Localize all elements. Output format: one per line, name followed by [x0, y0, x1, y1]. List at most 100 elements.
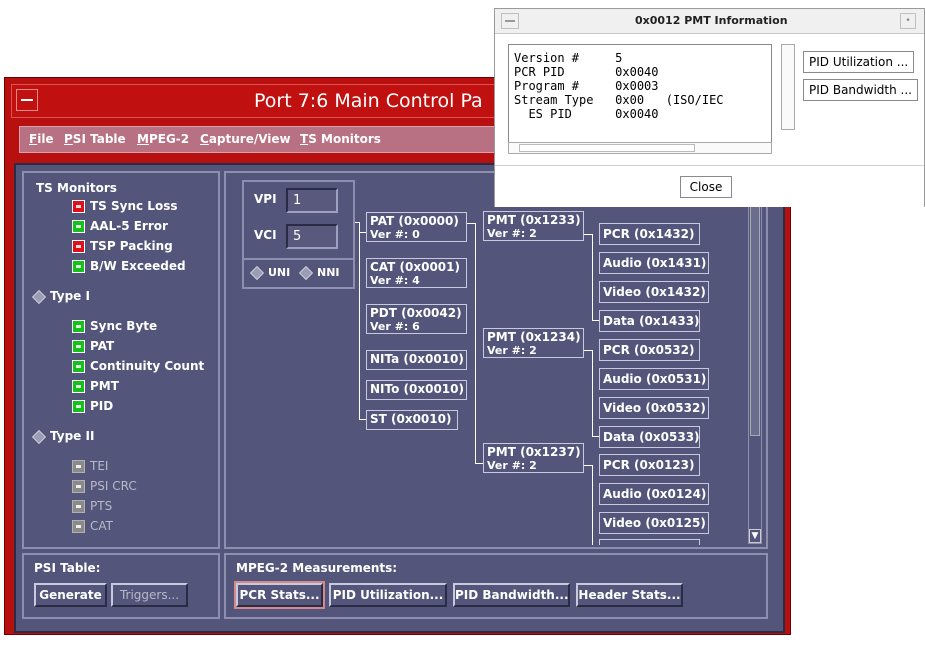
menu-psi-table[interactable]: PSI Table [64, 132, 126, 146]
led-icon [72, 220, 85, 233]
tree-node-nita[interactable]: NITa (0x0010) [366, 350, 467, 370]
tree-connector [592, 320, 599, 321]
tree-connector [584, 234, 592, 235]
tree-node-pat[interactable]: PAT (0x0000) Ver #: 0 [366, 212, 467, 242]
pcr-stats-button[interactable]: PCR Stats... [234, 581, 325, 609]
psi-tree-panel: VPI 1 VCI 5 UNI NNI PAT (0x0000) Ver #: 0… [224, 171, 768, 549]
generate-button[interactable]: Generate [34, 583, 107, 607]
tree-node-video-0532[interactable]: Video (0x0532) [599, 397, 709, 419]
node-version: Ver #: 2 [487, 227, 537, 240]
tree-node-data-0533[interactable]: Data (0x0533) [599, 426, 700, 448]
tree-node-nito[interactable]: NITo (0x0010) [366, 380, 467, 400]
scrollbar-thumb[interactable] [750, 181, 760, 436]
tree-node-pcr-0123[interactable]: PCR (0x0123) [599, 454, 700, 476]
node-name: CAT (0x0001) [370, 260, 460, 274]
menu-capture-view[interactable]: Capture/View [200, 132, 291, 146]
node-name: PMT (0x1237) [487, 445, 581, 459]
popup-pid-utilization-button[interactable]: PID Utilization ... [803, 51, 915, 73]
led-icon [72, 360, 85, 373]
tree-node-pcr-1432[interactable]: PCR (0x1432) [599, 223, 700, 245]
node-name: PMT (0x1233) [487, 213, 581, 227]
tree-node-pdt[interactable]: PDT (0x0042) Ver #: 6 [366, 304, 467, 334]
node-name: Video (0x0532) [603, 401, 706, 415]
tree-node-st[interactable]: ST (0x0010) [366, 410, 458, 430]
popup-title-bar[interactable]: 0x0012 PMT Information • [495, 9, 924, 34]
node-name: Video (0x1432) [603, 285, 706, 299]
tree-node-audio-0531[interactable]: Audio (0x0531) [599, 368, 709, 390]
tree-node-partial [599, 539, 700, 545]
radio-diamond-icon [298, 265, 314, 281]
indicator-label: Continuity Count [90, 359, 205, 373]
window-title: Port 7:6 Main Control Pa [254, 90, 483, 112]
vpi-input[interactable]: 1 [286, 188, 338, 213]
node-name: NITa (0x0010) [370, 352, 464, 366]
tree-connector [592, 234, 593, 320]
popup-pid-bandwidth-button[interactable]: PID Bandwidth ... [803, 79, 918, 101]
node-name: Audio (0x1431) [603, 256, 707, 270]
scrollbar-thumb[interactable] [519, 144, 695, 152]
pid-bandwidth-button[interactable]: PID Bandwidth... [453, 583, 570, 607]
node-version: Ver #: 6 [370, 320, 420, 333]
menu-file[interactable]: File [29, 132, 54, 146]
led-icon [72, 200, 85, 213]
node-name: Video (0x0125) [603, 516, 706, 530]
vci-label: VCI [254, 228, 277, 242]
tree-connector [475, 223, 476, 463]
popup-title: 0x0012 PMT Information [635, 14, 788, 27]
node-version: Ver #: 2 [487, 459, 537, 472]
tree-node-pmt-1237[interactable]: PMT (0x1237) Ver #: 2 [483, 443, 584, 473]
pmt-info-text[interactable]: Version # 5 PCR PID 0x0040 Program # 0x0… [508, 44, 772, 144]
tree-node-video-1432[interactable]: Video (0x1432) [599, 281, 709, 303]
popup-window-menu-button[interactable] [501, 13, 519, 29]
type2-label: Type II [50, 429, 95, 443]
tree-vertical-scrollbar[interactable]: ▼ [748, 180, 762, 544]
node-name: NITo (0x0010) [370, 382, 464, 396]
node-version: Ver #: 2 [487, 344, 537, 357]
type2-radio[interactable]: Type II [31, 429, 95, 444]
indicator-label: PMT [90, 379, 119, 393]
tree-node-video-0125[interactable]: Video (0x0125) [599, 512, 709, 534]
uni-radio[interactable]: UNI [249, 265, 291, 281]
indicator-label: TEI [90, 459, 109, 473]
window-menu-button[interactable] [16, 89, 38, 111]
vci-input[interactable]: 5 [286, 224, 338, 249]
close-button[interactable]: Close [680, 176, 732, 198]
indicator-label: PSI CRC [90, 479, 137, 493]
tree-node-cat[interactable]: CAT (0x0001) Ver #: 4 [366, 258, 467, 288]
node-name: Audio (0x0531) [603, 372, 707, 386]
led-icon [72, 460, 85, 473]
tree-connector [592, 465, 593, 545]
info-line-program: Program # 0x0003 [514, 79, 659, 93]
indicator-label: B/W Exceeded [90, 259, 186, 273]
tree-connector [584, 350, 592, 351]
tree-connector [592, 350, 593, 436]
psi-table-title: PSI Table: [34, 561, 101, 575]
tree-connector [592, 436, 599, 437]
node-name: PDT (0x0042) [370, 306, 462, 320]
header-stats-button[interactable]: Header Stats... [576, 583, 683, 607]
scroll-down-arrow-icon[interactable]: ▼ [749, 529, 761, 543]
menu-mpeg2[interactable]: MPEG-2 [137, 132, 189, 146]
info-horizontal-scrollbar[interactable] [508, 142, 772, 154]
pid-utilization-button[interactable]: PID Utilization... [329, 583, 447, 607]
mpeg2-title: MPEG-2 Measurements: [236, 561, 398, 575]
menu-ts-monitors[interactable]: TS Monitors [300, 132, 381, 146]
minimize-icon[interactable]: • [900, 13, 916, 29]
uni-label: UNI [268, 266, 291, 279]
led-icon [72, 500, 85, 513]
pmt-information-window: 0x0012 PMT Information • Version # 5 PCR… [494, 8, 925, 207]
tree-node-audio-1431[interactable]: Audio (0x1431) [599, 252, 709, 274]
tree-node-audio-0124[interactable]: Audio (0x0124) [599, 483, 709, 505]
tree-node-pmt-1234[interactable]: PMT (0x1234) Ver #: 2 [483, 328, 584, 358]
info-vertical-scrollbar[interactable] [781, 44, 795, 130]
tree-node-data-1433[interactable]: Data (0x1433) [599, 310, 700, 332]
triggers-button[interactable]: Triggers... [111, 583, 188, 607]
tree-node-pcr-0532[interactable]: PCR (0x0532) [599, 339, 700, 361]
type1-radio[interactable]: Type I [31, 289, 90, 304]
node-name: PCR (0x0123) [603, 458, 695, 472]
tree-node-pmt-1233[interactable]: PMT (0x1233) Ver #: 2 [483, 211, 584, 241]
radio-diamond-icon [31, 289, 47, 304]
nni-radio[interactable]: NNI [298, 265, 340, 281]
radio-diamond-icon [31, 429, 47, 444]
indicator-label: CAT [90, 519, 113, 533]
